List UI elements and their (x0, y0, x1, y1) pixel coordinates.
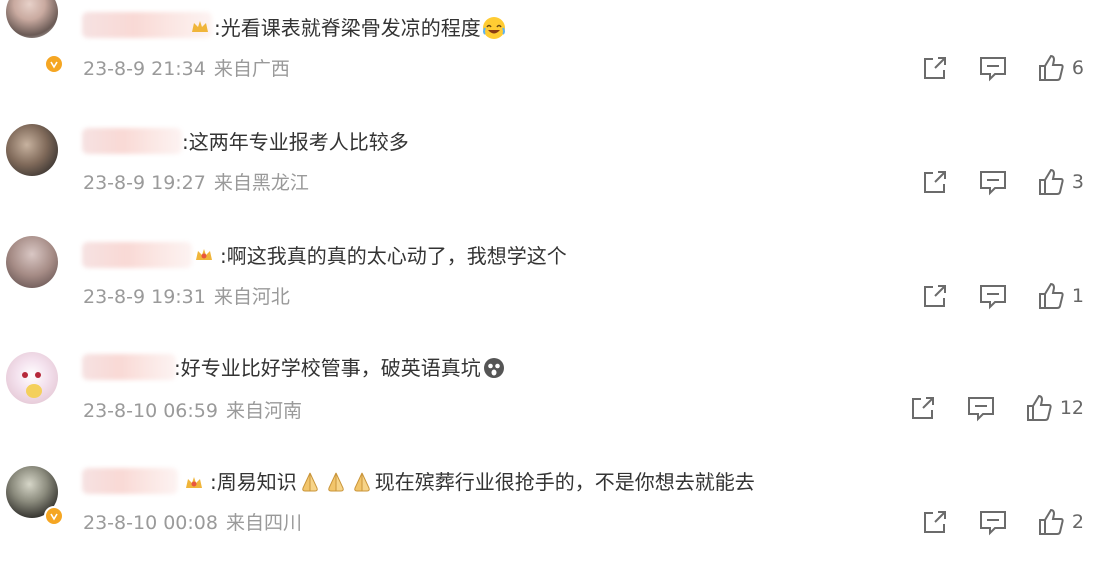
comment-icon (979, 511, 1006, 536)
share-button[interactable] (920, 53, 950, 83)
comment-icon (979, 285, 1006, 310)
reply-button[interactable] (966, 393, 996, 423)
like-button[interactable]: 6 (1036, 53, 1084, 83)
thumb-up-icon (1026, 394, 1052, 421)
username-blurred[interactable] (82, 354, 176, 380)
fan-badge-icon (196, 249, 212, 260)
fan-badge-icon (186, 477, 202, 488)
like-count: 12 (1059, 397, 1084, 419)
share-icon (923, 171, 946, 193)
comment-icon (979, 57, 1006, 82)
comment-meta: 23-8-10 00:08 来自四川 (83, 510, 302, 536)
like-button[interactable]: 3 (1036, 167, 1084, 197)
pray-hands-emoji-icon (302, 472, 318, 492)
comment-text: :这两年专业报考人比较多 (182, 130, 409, 154)
comment-item: :这两年专业报考人比较多 23-8-9 19:27 来自黑龙江 3 (0, 114, 1094, 228)
like-count: 2 (1071, 511, 1084, 533)
avatar[interactable] (6, 236, 58, 288)
like-count: 6 (1071, 57, 1084, 79)
reply-button[interactable] (978, 167, 1008, 197)
thumb-up-icon (1038, 168, 1064, 195)
username-blurred[interactable] (82, 242, 192, 268)
comment-meta: 23-8-9 19:31 来自河北 (83, 284, 290, 310)
comment-location: 来自河北 (213, 286, 290, 308)
avatar[interactable] (6, 352, 58, 404)
comment-item: :好专业比好学校管事，破英语真坑 23-8-10 06:59 来自河南 12 (0, 342, 1094, 456)
comment-icon (967, 397, 994, 422)
comment-date: 23-8-9 21:34 (83, 58, 206, 80)
laughing-tears-emoji-icon (482, 17, 505, 39)
comment-actions: 12 (908, 393, 1084, 423)
comment-date: 23-8-10 06:59 (83, 400, 218, 422)
pray-hands-emoji-icon (354, 472, 370, 492)
comment-location: 来自四川 (225, 512, 302, 534)
comment-date: 23-8-9 19:31 (83, 286, 206, 308)
reply-button[interactable] (978, 281, 1008, 311)
comment-date: 23-8-9 19:27 (83, 172, 206, 194)
like-button[interactable]: 12 (1024, 393, 1084, 423)
comment-meta: 23-8-10 06:59 来自河南 (83, 398, 302, 424)
like-count: 3 (1071, 171, 1084, 193)
comment-item: :光看课表就脊梁骨发凉的程度 23-8-9 21:34 来自广西 6 (0, 0, 1094, 114)
comment-actions: 6 (920, 53, 1084, 83)
comment-icon (979, 171, 1006, 196)
share-button[interactable] (908, 393, 938, 423)
thumb-up-icon (1038, 54, 1064, 81)
pray-hands-emoji-icon (328, 472, 344, 492)
comment-actions: 2 (920, 507, 1084, 537)
thumb-up-icon (1038, 508, 1064, 535)
thumb-up-icon (1038, 282, 1064, 309)
share-icon (923, 511, 946, 533)
comment-actions: 3 (920, 167, 1084, 197)
share-button[interactable] (920, 167, 950, 197)
share-icon (911, 397, 934, 419)
comment-item: :周易知识 现在殡葬行业很抢手的，不是你想去就能去 23-8-10 00:08 来… (0, 456, 1094, 570)
reply-button[interactable] (978, 53, 1008, 83)
like-count: 1 (1071, 285, 1084, 307)
username-blurred[interactable] (82, 128, 182, 154)
comment-meta: 23-8-9 21:34 来自广西 (83, 56, 290, 82)
comment-date: 23-8-10 00:08 (83, 512, 218, 534)
share-icon (923, 285, 946, 307)
verified-badge-icon (44, 54, 64, 74)
comment-text: :啊这我真的真的太心动了，我想学这个 (220, 244, 567, 268)
scream-emoji-icon (483, 358, 504, 378)
like-button[interactable]: 2 (1036, 507, 1084, 537)
comment-text: :光看课表就脊梁骨发凉的程度 (214, 14, 507, 42)
comment-text: :周易知识 现在殡葬行业很抢手的，不是你想去就能去 (210, 470, 755, 494)
like-button[interactable]: 1 (1036, 281, 1084, 311)
comment-meta: 23-8-9 19:27 来自黑龙江 (83, 170, 309, 196)
comment-location: 来自黑龙江 (213, 172, 309, 194)
fan-badge-icon (192, 21, 208, 32)
comment-text: :好专业比好学校管事，破英语真坑 (174, 354, 507, 382)
verified-badge-icon (44, 506, 64, 526)
avatar[interactable] (6, 124, 58, 176)
comment-location: 来自河南 (225, 400, 302, 422)
reply-button[interactable] (978, 507, 1008, 537)
share-button[interactable] (920, 507, 950, 537)
username-blurred[interactable] (82, 468, 178, 494)
comment-item: :啊这我真的真的太心动了，我想学这个 23-8-9 19:31 来自河北 1 (0, 228, 1094, 342)
comment-location: 来自广西 (213, 58, 290, 80)
comment-actions: 1 (920, 281, 1084, 311)
share-button[interactable] (920, 281, 950, 311)
share-icon (923, 57, 946, 79)
avatar[interactable] (6, 0, 58, 38)
